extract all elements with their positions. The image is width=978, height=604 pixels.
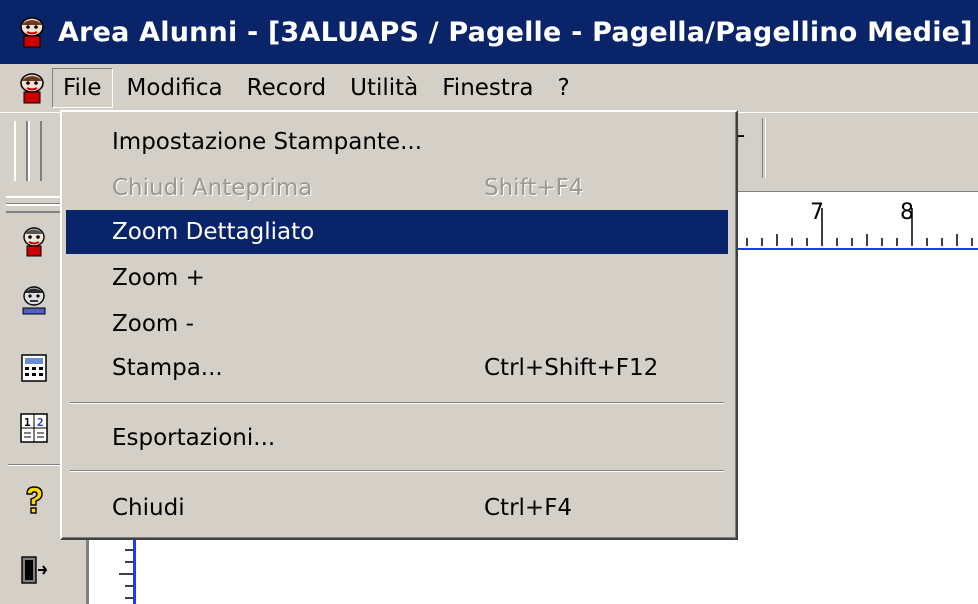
menu-finestra[interactable]: Finestra [432,69,543,107]
menu-item-label: Zoom Dettagliato [112,219,315,245]
menu-item-impostazione-stampante[interactable]: Impostazione Stampante... [66,120,728,164]
numbered-grid-icon[interactable]: 1 2 [16,410,52,446]
menu-item-shortcut: Ctrl+Shift+F12 [484,355,659,381]
menu-record[interactable]: Record [237,69,336,107]
svg-text:2: 2 [37,416,44,429]
menu-utilita[interactable]: Utilità [340,69,428,107]
ruler-label: 7 [810,200,824,225]
title-bar: Area Alunni - [3ALUAPS / Pagelle - Pagel… [0,0,978,64]
menu-item-shortcut: Shift+F4 [484,175,584,201]
file-dropdown-menu: Impostazione Stampante... Chiudi Antepri… [60,110,738,540]
window-title: Area Alunni - [3ALUAPS / Pagelle - Pagel… [58,16,973,48]
ruler-label: 8 [900,200,914,225]
menu-item-label: Zoom + [112,265,205,291]
menu-item-label: Chiudi [112,495,185,521]
menu-item-label: Stampa... [112,355,223,381]
student-avatar-icon[interactable] [16,224,52,260]
menu-item-label: Chiudi Anteprima [112,175,313,201]
menu-item-label: Esportazioni... [112,425,276,451]
menu-item-esportazioni[interactable]: Esportazioni... [66,416,728,460]
toolbar-grip[interactable] [14,121,28,181]
menu-item-chiudi-anteprima[interactable]: Chiudi Anteprima Shift+F4 [66,166,728,210]
app-avatar-icon[interactable] [12,12,52,52]
system-menu-icon[interactable] [12,68,52,108]
toolbar-grip-2[interactable] [28,121,42,181]
menu-item-shortcut: Ctrl+F4 [484,495,573,521]
menu-item-label: Impostazione Stampante... [112,129,423,155]
menu-bar: File Modifica Record Utilità Finestra ? [0,64,978,112]
menu-modifica[interactable]: Modifica [117,69,233,107]
help-question-icon[interactable] [16,482,52,518]
svg-text:1: 1 [24,416,31,429]
left-toolbar-grip-2[interactable] [6,204,60,213]
menu-item-stampa[interactable]: Stampa... Ctrl+Shift+F12 [66,346,728,390]
toolbar-separator [762,118,766,178]
menu-item-zoom-plus[interactable]: Zoom + [66,256,728,300]
menu-separator [70,470,724,472]
menu-item-chiudi[interactable]: Chiudi Ctrl+F4 [66,486,728,530]
menu-item-zoom-minus[interactable]: Zoom - [66,302,728,346]
left-toolbar-separator [8,464,60,466]
exit-door-icon[interactable] [16,552,52,588]
menu-item-label: Zoom - [112,311,194,337]
menu-separator [70,402,724,404]
menu-item-zoom-dettagliato[interactable]: Zoom Dettagliato [66,210,728,254]
menu-file[interactable]: File [52,68,113,108]
calculator-icon[interactable] [16,350,52,386]
teacher-avatar-icon[interactable] [16,282,52,318]
menu-help[interactable]: ? [547,69,579,107]
